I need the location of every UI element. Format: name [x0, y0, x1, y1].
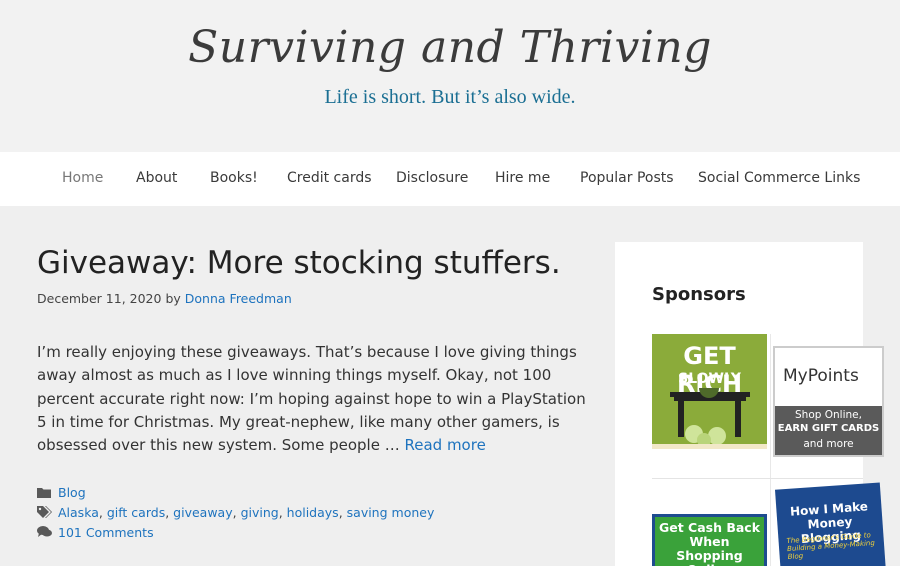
tag-separator: ,: [338, 505, 347, 520]
nav-item-disclosure[interactable]: Disclosure: [396, 170, 468, 186]
sidebar-divider-vertical: [770, 334, 771, 566]
money-tree-illustration: [652, 388, 767, 449]
tag-link[interactable]: holidays: [287, 505, 339, 520]
tag-separator: ,: [278, 505, 287, 520]
nav-item-credit-cards[interactable]: Credit cards: [287, 170, 372, 186]
ad-get-rich-slowly[interactable]: GET RICH SLOWLY: [652, 334, 767, 449]
post-author-link[interactable]: Donna Freedman: [185, 291, 292, 306]
tag-icon: [37, 506, 53, 521]
tag-list: Alaska, gift cards, giveaway, giving, ho…: [58, 505, 434, 520]
mypoints-logo-text: MyPoints: [783, 366, 859, 386]
category-link[interactable]: Blog: [58, 485, 86, 500]
ad-get-rich-line2: SLOWLY: [678, 371, 741, 387]
post-excerpt: I’m really enjoying these giveaways. Tha…: [37, 341, 597, 457]
tag-separator: ,: [98, 505, 107, 520]
post-excerpt-text: I’m really enjoying these giveaways. Tha…: [37, 343, 586, 455]
nav-item-hire-me[interactable]: Hire me: [495, 170, 550, 186]
cash-back-text: Get Cash Back When Shopping Online: [658, 520, 761, 566]
ad-blogging-book[interactable]: How I Make Money Blogging The Beginner's…: [774, 482, 887, 566]
post-date: December 11, 2020: [37, 291, 162, 306]
post-byline-prefix: by: [165, 291, 181, 306]
sidebar: Sponsors GET RICH SLOWLY MyPoints Shop O…: [615, 242, 887, 566]
tag-link[interactable]: Alaska: [58, 505, 99, 520]
main-navigation: Home About Books! Credit cards Disclosur…: [0, 152, 900, 206]
tag-link[interactable]: gift cards: [107, 505, 165, 520]
sidebar-title: Sponsors: [652, 284, 746, 305]
read-more-link[interactable]: Read more: [404, 436, 485, 454]
sidebar-divider: [652, 478, 863, 479]
tag-link[interactable]: giveaway: [173, 505, 232, 520]
nav-item-popular-posts[interactable]: Popular Posts: [580, 170, 674, 186]
tag-separator: ,: [232, 505, 241, 520]
tag-link[interactable]: giving: [241, 505, 279, 520]
tag-link[interactable]: saving money: [347, 505, 435, 520]
mypoints-line1: Shop Online,: [795, 409, 862, 421]
site-header: Surviving and Thriving Life is short. Bu…: [0, 0, 900, 152]
comment-icon: [37, 526, 53, 541]
ad-cash-back[interactable]: Get Cash Back When Shopping Online: [652, 514, 767, 566]
post-title[interactable]: Giveaway: More stocking stuffers.: [37, 245, 561, 281]
post-comments: 101 Comments: [37, 525, 154, 541]
ad-mypoints[interactable]: MyPoints Shop Online, EARN GIFT CARDS an…: [773, 346, 884, 457]
nav-item-about[interactable]: About: [136, 170, 177, 186]
nav-item-social-commerce-links[interactable]: Social Commerce Links: [698, 170, 860, 186]
mypoints-logo: MyPoints: [775, 348, 882, 406]
post-meta: December 11, 2020 by Donna Freedman: [37, 291, 292, 306]
site-tagline: Life is short. But it’s also wide.: [324, 86, 576, 108]
folder-icon: [37, 486, 53, 501]
tag-separator: ,: [165, 505, 174, 520]
nav-item-books[interactable]: Books!: [210, 170, 258, 186]
nav-item-home[interactable]: Home: [62, 170, 103, 186]
post-categories: Blog: [37, 485, 86, 501]
site-title[interactable]: Surviving and Thriving: [0, 22, 900, 73]
comments-link[interactable]: 101 Comments: [58, 525, 154, 540]
book-subtitle: The Beginner's Guide to Building a Money…: [786, 531, 876, 562]
mypoints-line2: EARN GIFT CARDS: [777, 423, 880, 434]
mypoints-line3: and more: [803, 438, 854, 450]
post-tags: Alaska, gift cards, giveaway, giving, ho…: [37, 505, 434, 521]
